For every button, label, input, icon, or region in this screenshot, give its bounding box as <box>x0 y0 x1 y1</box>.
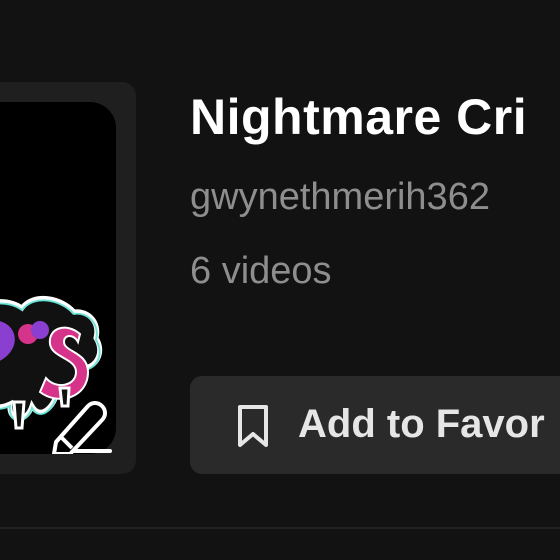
add-to-favorites-button[interactable]: Add to Favor <box>190 376 560 474</box>
edit-pencil-icon[interactable] <box>52 398 112 454</box>
bookmark-icon <box>238 405 268 447</box>
section-divider <box>0 527 560 529</box>
playlist-author[interactable]: gwynethmerih362 <box>190 176 490 219</box>
video-count: 6 videos <box>190 250 332 292</box>
playlist-title: Nightmare Cri <box>190 89 528 145</box>
playlist-header: Nightmare Cri gwynethmerih362 6 videos A… <box>0 0 560 560</box>
add-to-favorites-label: Add to Favor <box>298 402 545 446</box>
